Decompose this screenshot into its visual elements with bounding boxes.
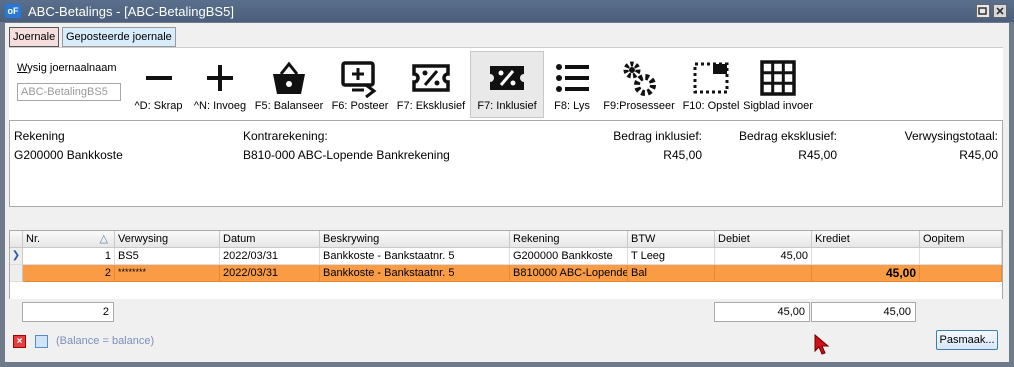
row-count: 2 — [22, 302, 114, 322]
cell-datum[interactable]: 2022/03/31 — [220, 265, 320, 282]
cell-debiet[interactable]: 45,00 — [715, 248, 812, 265]
customize-button[interactable]: Pasmaak... — [936, 330, 998, 350]
spreadsheet-label: Sigblad invoer — [743, 100, 813, 112]
cell-beskrywing[interactable]: Bankkoste - Bankstaatnr. 5 — [320, 265, 510, 282]
kontrarekening-label: Kontrarekening: — [243, 129, 328, 143]
exclusive-button[interactable]: F7: Eksklusief — [395, 52, 467, 116]
error-icon[interactable]: × — [13, 335, 26, 348]
list-icon — [556, 64, 589, 92]
amount-exclusive-value: R45,00 — [798, 148, 837, 162]
column-header-beskrywing[interactable]: Beskrywing — [320, 231, 510, 248]
table-row-selected[interactable]: 2 ******** 2022/03/31 Bankkoste - Bankst… — [10, 265, 1002, 282]
current-row-indicator-icon: ❯ — [10, 248, 23, 265]
column-header-krediet[interactable]: Krediet — [812, 231, 920, 248]
setup-button[interactable]: F10: Opstel — [681, 52, 741, 116]
account-info-panel: Rekening G200000 Bankkoste Kontrarekenin… — [9, 120, 1003, 207]
amount-exclusive-label: Bedrag eksklusief: — [738, 129, 837, 143]
grid-corner — [10, 231, 23, 248]
journal-name-label-text: ysig joernaalnaam — [27, 62, 117, 74]
app-logo-icon: oF — [5, 4, 21, 18]
journal-name-label: Wysig joernaalnaam — [17, 62, 117, 74]
close-icon — [996, 7, 1004, 15]
title-bar[interactable]: oF ABC-Betalings - [ABC-BetalingBS5] — [0, 0, 1014, 22]
insert-label: ^N: Invoeg — [193, 100, 247, 112]
row-indicator — [10, 265, 23, 282]
sort-ascending-icon: △ — [99, 233, 108, 245]
cell-oopitem[interactable] — [920, 248, 1002, 265]
cell-datum[interactable]: 2022/03/31 — [220, 248, 320, 265]
gears-icon — [623, 61, 656, 96]
restore-button[interactable] — [976, 4, 990, 18]
mouse-cursor-icon — [814, 334, 830, 355]
status-box-icon[interactable] — [35, 335, 48, 348]
balance-status: (Balance = balance) — [56, 335, 155, 347]
percent-ticket-filled-icon — [490, 66, 524, 90]
cell-debiet[interactable] — [715, 265, 812, 282]
balance-label: F5: Balanseer — [254, 100, 324, 112]
exclusive-label: F7: Eksklusief — [396, 100, 466, 112]
close-button[interactable] — [993, 4, 1007, 18]
amount-inclusive-value: R45,00 — [663, 148, 702, 162]
column-header-oopitem[interactable]: Oopitem — [920, 231, 1002, 248]
column-header-nr[interactable]: Nr. △ — [23, 231, 115, 248]
kontrarekening-value: B810-000 ABC-Lopende Bankrekening — [243, 148, 450, 162]
credit-total: 45,00 — [811, 302, 916, 322]
spreadsheet-button[interactable]: Sigblad invoer — [741, 52, 815, 116]
cell-krediet[interactable] — [812, 248, 920, 265]
list-button[interactable]: F8: Lys — [547, 52, 597, 116]
balance-button[interactable]: F5: Balanseer — [253, 52, 325, 116]
app-window: oF ABC-Betalings - [ABC-BetalingBS5] Joe… — [0, 0, 1014, 367]
cell-btw[interactable]: Bal — [628, 265, 715, 282]
process-button[interactable]: F9:Prosesseer — [599, 52, 679, 116]
cell-rekening[interactable]: G200000 Bankkoste — [510, 248, 628, 265]
post-button[interactable]: F6: Posteer — [327, 52, 393, 116]
plus-icon — [207, 65, 233, 91]
journal-name-field[interactable] — [17, 83, 121, 101]
post-label: F6: Posteer — [331, 100, 389, 112]
column-header-debiet[interactable]: Debiet — [715, 231, 812, 248]
monitor-post-icon — [341, 61, 377, 98]
table-row[interactable]: ❯ 1 BS5 2022/03/31 Bankkoste - Bankstaat… — [10, 248, 1002, 265]
inclusive-button[interactable]: F7: Inklusief — [470, 51, 544, 118]
cell-nr[interactable]: 1 — [23, 248, 115, 265]
column-header-verwysing[interactable]: Verwysing — [115, 231, 220, 248]
setup-label: F10: Opstel — [682, 100, 740, 112]
grid-icon — [760, 60, 796, 96]
column-header-datum[interactable]: Datum — [220, 231, 320, 248]
column-header-nr-label: Nr. — [26, 233, 41, 245]
cell-nr[interactable]: 2 — [23, 265, 115, 282]
cell-verwysing[interactable]: ******** — [115, 265, 220, 282]
process-label: F9:Prosesseer — [603, 100, 675, 112]
rekening-label: Rekening — [14, 129, 65, 143]
cell-krediet[interactable]: 45,00 — [812, 265, 920, 282]
layout-icon — [693, 62, 729, 94]
percent-ticket-icon — [412, 64, 450, 92]
inclusive-label: F7: Inklusief — [477, 100, 537, 112]
tab-joernale[interactable]: Joernale — [9, 27, 60, 47]
client-area: Joernale Geposteerde joernale Wysig joer… — [5, 23, 1009, 362]
amount-inclusive-label: Bedrag inklusief: — [613, 129, 702, 143]
basket-icon — [273, 61, 305, 94]
reference-total-label: Verwysingstotaal: — [904, 129, 998, 143]
cell-beskrywing[interactable]: Bankkoste - Bankstaatnr. 5 — [320, 248, 510, 265]
cell-btw[interactable]: T Leeg — [628, 248, 715, 265]
debit-total: 45,00 — [714, 302, 810, 322]
delete-label: ^D: Skrap — [134, 100, 183, 112]
delete-button[interactable]: ^D: Skrap — [131, 52, 186, 116]
tab-geposteerde-joernale[interactable]: Geposteerde joernale — [62, 27, 176, 47]
cell-rekening[interactable]: B810000 ABC-Lopende — [510, 265, 628, 282]
minus-icon — [145, 76, 172, 80]
column-header-rekening[interactable]: Rekening — [510, 231, 628, 248]
rekening-value: G200000 Bankkoste — [14, 148, 123, 162]
cell-verwysing[interactable]: BS5 — [115, 248, 220, 265]
column-header-btw[interactable]: BTW — [628, 231, 715, 248]
reference-total-value: R45,00 — [959, 148, 998, 162]
list-label: F8: Lys — [554, 100, 590, 112]
cell-oopitem[interactable] — [920, 265, 1002, 282]
insert-button[interactable]: ^N: Invoeg — [189, 52, 251, 116]
window-title: ABC-Betalings - [ABC-BetalingBS5] — [28, 4, 234, 19]
toolbar: Wysig joernaalnaam ^D: Skrap ^N: Invoeg … — [9, 47, 1003, 120]
restore-icon — [978, 7, 987, 15]
grid-footer: 2 45,00 45,00 — [9, 299, 1003, 325]
